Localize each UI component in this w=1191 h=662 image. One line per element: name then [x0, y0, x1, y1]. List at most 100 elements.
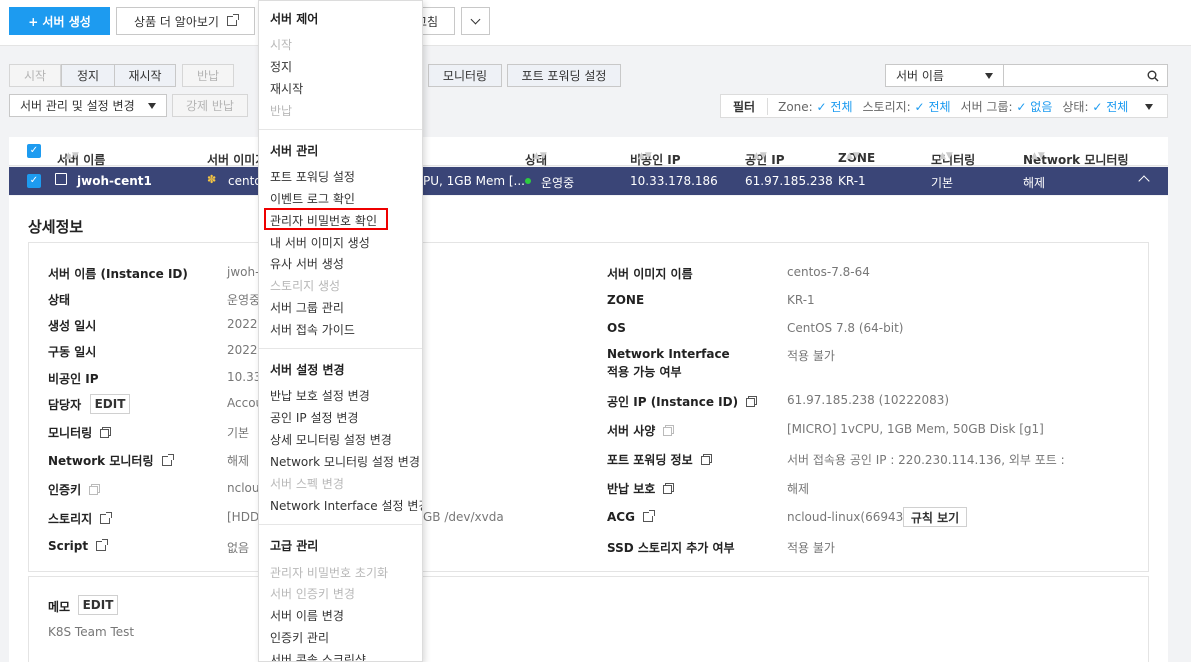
port-forwarding-button[interactable]: 포트 포워딩 설정	[507, 64, 621, 87]
filter-storage[interactable]: 스토리지: ✓ 전체	[863, 98, 951, 115]
filter-bar[interactable]: 필터 Zone: ✓ 전체 스토리지: ✓ 전체 서버 그룹: ✓ 없음 상태:…	[720, 94, 1168, 118]
monitoring-button[interactable]: 모니터링	[428, 64, 502, 87]
caret-down-icon	[985, 72, 993, 79]
label-manager: 담당자	[48, 398, 82, 412]
more-dropdown-button[interactable]	[461, 7, 490, 35]
menu-item-start[interactable]: 시작	[270, 36, 292, 53]
menu-item-check-admin-password[interactable]: 관리자 비밀번호 확인	[270, 212, 377, 229]
chevron-up-icon[interactable]	[1138, 175, 1150, 187]
filter-value: 전체	[928, 99, 951, 114]
table-row[interactable]: ✓ jwoh-cent1 ✽ centos PU, 1GB Mem [... 운…	[9, 167, 1168, 195]
value-public-ip: 61.97.185.238 (10222083)	[787, 393, 950, 407]
external-link-icon[interactable]	[96, 539, 109, 551]
menu-item-restart[interactable]: 재시작	[270, 80, 303, 97]
detail-title: 상세정보	[28, 218, 84, 236]
menu-item-network-interface[interactable]: Network Interface 설정 변경	[270, 497, 422, 514]
value-status: 운영중	[227, 293, 261, 307]
value-image-name: centos-7.8-64	[787, 265, 870, 279]
memo-section: 메모 EDIT K8S Team Test	[28, 576, 1149, 662]
row-status: 운영중	[541, 176, 575, 190]
server-icon	[55, 173, 67, 185]
filter-key: 스토리지:	[862, 99, 911, 114]
label-text: Network 모니터링	[48, 454, 154, 468]
label-network-interface-2: 적용 가능 여부	[607, 365, 682, 379]
external-link-icon	[226, 14, 239, 26]
label-text: 인증키	[48, 483, 82, 497]
filter-zone[interactable]: Zone: ✓ 전체	[778, 98, 852, 115]
row-monitoring: 기본	[931, 176, 954, 190]
label-text: 모니터링	[48, 426, 93, 440]
filter-status[interactable]: 상태: ✓ 전체	[1062, 98, 1128, 115]
filter-key: 서버 그룹:	[960, 99, 1013, 114]
value-ssd-storage: 적용 불가	[787, 541, 835, 555]
create-server-button[interactable]: + 서버 생성	[9, 7, 110, 35]
search-icon[interactable]	[1147, 70, 1159, 82]
memo-edit-button[interactable]: EDIT	[78, 595, 118, 615]
label-ssd-storage: SSD 스토리지 추가 여부	[607, 541, 735, 555]
menu-item-connect-guide[interactable]: 서버 접속 가이드	[270, 321, 355, 338]
search-field-select[interactable]: 서버 이름	[885, 64, 1004, 87]
menu-divider	[259, 129, 422, 130]
search-input[interactable]	[1003, 64, 1168, 87]
menu-item-create-storage[interactable]: 스토리지 생성	[270, 277, 340, 294]
filter-key: Zone:	[778, 99, 813, 114]
filter-server-group[interactable]: 서버 그룹: ✓ 없음	[961, 98, 1053, 115]
menu-divider	[259, 348, 422, 349]
menu-item-reset-admin-password[interactable]: 관리자 비밀번호 초기화	[270, 564, 388, 581]
centos-logo-icon: ✽	[207, 173, 217, 186]
label-script: Script	[48, 539, 109, 553]
menu-item-network-monitoring[interactable]: Network 모니터링 설정 변경	[270, 453, 420, 470]
row-private-ip: 10.33.178.186	[630, 174, 718, 188]
label-started: 구동 일시	[48, 345, 97, 359]
caret-down-icon[interactable]	[1145, 104, 1153, 110]
row-checkbox[interactable]: ✓	[27, 174, 41, 188]
menu-item-return[interactable]: 반납	[270, 102, 292, 119]
label-monitoring: 모니터링	[48, 424, 110, 441]
stop-button[interactable]: 정지	[61, 64, 115, 87]
menu-item-event-log[interactable]: 이벤트 로그 확인	[270, 190, 355, 207]
menu-item-change-spec[interactable]: 서버 스펙 변경	[270, 475, 344, 492]
menu-item-auth-key-manage[interactable]: 인증키 관리	[270, 629, 329, 646]
label-private-ip: 비공인 IP	[48, 372, 99, 386]
menu-item-create-similar[interactable]: 유사 서버 생성	[270, 255, 344, 272]
manage-settings-dropdown[interactable]: 서버 관리 및 설정 변경	[9, 94, 167, 117]
popup-icon[interactable]	[663, 485, 673, 494]
server-actions-menu: 서버 제어 시작 정지 재시작 반납 서버 관리 포트 포워딩 설정 이벤트 로…	[258, 0, 423, 662]
popup-icon[interactable]	[663, 427, 673, 436]
menu-item-server-group[interactable]: 서버 그룹 관리	[270, 299, 344, 316]
label-memo: 메모	[48, 600, 71, 614]
search-field-label: 서버 이름	[896, 69, 944, 83]
menu-item-console-screenshot[interactable]: 서버 콘솔 스크린샷	[270, 651, 366, 661]
select-all-checkbox[interactable]: ✓	[27, 144, 41, 158]
menu-item-rename-server[interactable]: 서버 이름 변경	[270, 607, 344, 624]
external-link-icon[interactable]	[100, 512, 113, 524]
return-button[interactable]: 반납	[182, 64, 234, 87]
view-rules-button[interactable]: 규칙 보기	[903, 507, 967, 527]
menu-item-port-forwarding[interactable]: 포트 포워딩 설정	[270, 168, 355, 185]
restart-button[interactable]: 재시작	[114, 64, 176, 87]
label-server-spec: 서버 사양	[607, 422, 673, 439]
popup-icon[interactable]	[89, 486, 99, 495]
force-return-button[interactable]: 강제 반납	[172, 94, 248, 117]
manage-settings-label: 서버 관리 및 설정 변경	[20, 99, 135, 113]
menu-item-detail-monitoring[interactable]: 상세 모니터링 설정 변경	[270, 431, 392, 448]
menu-section-title: 서버 관리	[270, 144, 319, 158]
popup-icon[interactable]	[700, 456, 710, 465]
popup-icon[interactable]	[746, 398, 756, 407]
learn-more-button[interactable]: 상품 더 알아보기	[116, 7, 255, 35]
menu-item-return-protection[interactable]: 반납 보호 설정 변경	[270, 387, 370, 404]
popup-icon[interactable]	[100, 429, 110, 438]
menu-item-change-auth-key[interactable]: 서버 인증키 변경	[270, 585, 355, 602]
start-button[interactable]: 시작	[9, 64, 61, 87]
filter-label: 필터	[721, 97, 769, 115]
menu-item-stop[interactable]: 정지	[270, 58, 292, 75]
value-server-spec: [MICRO] 1vCPU, 1GB Mem, 50GB Disk [g1]	[787, 422, 1044, 436]
label-image-name: 서버 이미지 이름	[607, 267, 693, 281]
menu-item-create-image[interactable]: 내 서버 이미지 생성	[270, 234, 370, 251]
value-network-monitoring: 해제	[227, 454, 250, 468]
menu-section-title: 서버 제어	[270, 12, 319, 26]
external-link-icon[interactable]	[161, 454, 174, 466]
external-link-icon[interactable]	[642, 510, 655, 522]
manager-edit-button[interactable]: EDIT	[90, 394, 130, 414]
menu-item-public-ip-setting[interactable]: 공인 IP 설정 변경	[270, 409, 358, 426]
